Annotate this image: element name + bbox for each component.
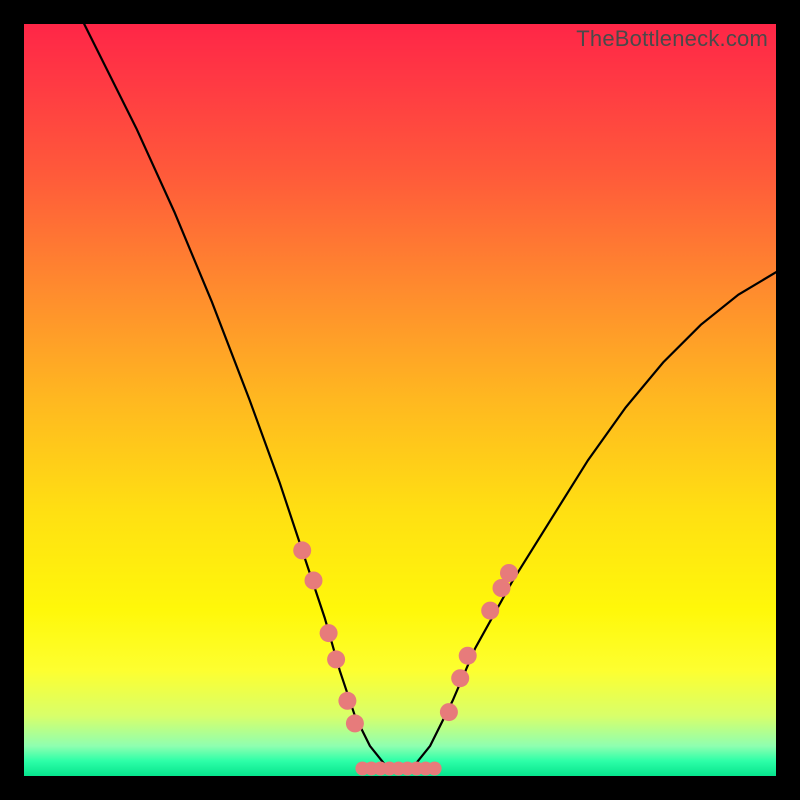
flat-dot [428, 762, 442, 776]
highlight-dot [346, 714, 364, 732]
highlight-dot [293, 541, 311, 559]
highlight-dot [451, 669, 469, 687]
bottleneck-curve [84, 24, 776, 770]
highlight-dot [481, 602, 499, 620]
highlight-dot [320, 624, 338, 642]
highlight-dot [305, 572, 323, 590]
flat-marker-segment [355, 762, 441, 776]
plot-area: TheBottleneck.com [24, 24, 776, 776]
chart-frame: TheBottleneck.com [0, 0, 800, 800]
highlight-dots [293, 541, 518, 732]
highlight-dot [327, 650, 345, 668]
highlight-dot [338, 692, 356, 710]
curve-overlay [24, 24, 776, 776]
highlight-dot [459, 647, 477, 665]
highlight-dot [500, 564, 518, 582]
highlight-dot [440, 703, 458, 721]
